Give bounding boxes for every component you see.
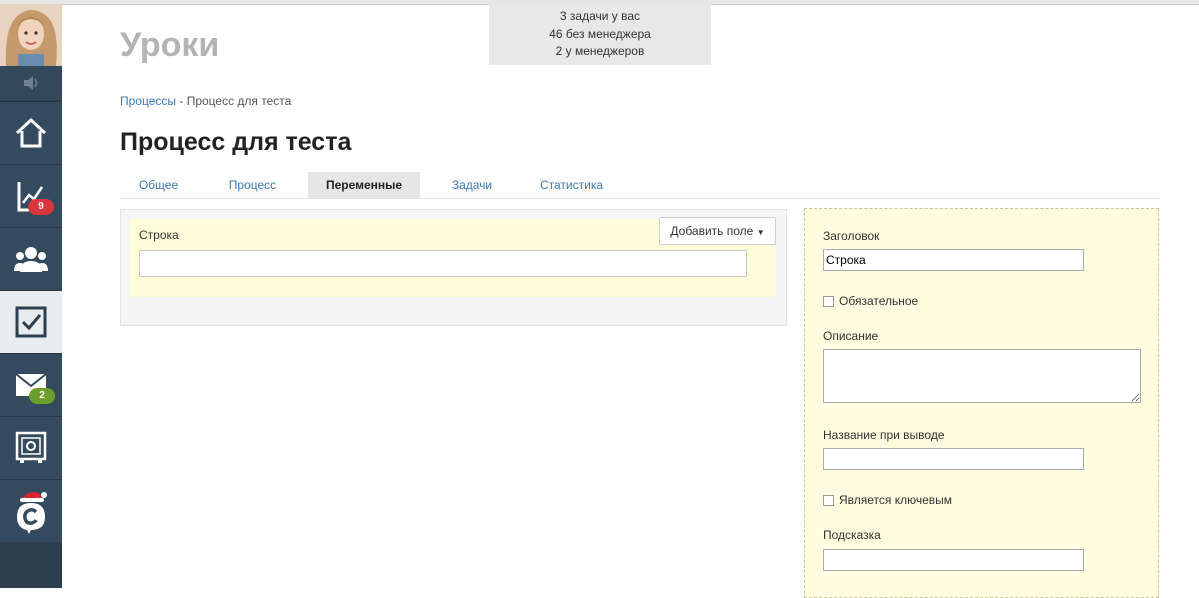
- header-input[interactable]: [823, 249, 1084, 271]
- home-icon: [15, 118, 47, 148]
- add-field-button[interactable]: Добавить поле ▼: [659, 217, 776, 245]
- stats-with-managers[interactable]: 2 у менеджеров: [489, 43, 711, 61]
- sidebar: 9 2: [0, 4, 62, 588]
- sidebar-item-home[interactable]: [0, 101, 62, 164]
- description-textarea[interactable]: [823, 349, 1141, 403]
- display-name-label: Название при выводе: [823, 428, 945, 442]
- sidebar-item-reports[interactable]: 9: [0, 164, 62, 227]
- header-label: Заголовок: [823, 229, 880, 243]
- display-name-input[interactable]: [823, 448, 1084, 470]
- avatar[interactable]: [0, 4, 62, 66]
- breadcrumb-separator: -: [179, 94, 184, 108]
- speaker-toggle[interactable]: [0, 66, 62, 100]
- variable-field-label: Строка: [139, 228, 179, 242]
- key-checkbox-row[interactable]: Является ключевым: [823, 493, 952, 507]
- caret-down-icon: ▼: [756, 228, 765, 237]
- tab-statistics[interactable]: Статистика: [524, 172, 619, 198]
- breadcrumb-processes-link[interactable]: Процессы: [120, 94, 176, 108]
- users-icon: [14, 247, 48, 272]
- speaker-icon: [24, 76, 38, 90]
- tab-variables[interactable]: Переменные: [308, 172, 420, 198]
- page-title: Процесс для теста: [120, 128, 352, 156]
- section-heading: Уроки: [120, 26, 220, 64]
- sidebar-item-safe[interactable]: [0, 416, 62, 479]
- logo-icon: [17, 491, 47, 534]
- sidebar-item-brand[interactable]: [0, 479, 62, 542]
- reports-badge: 9: [28, 199, 54, 215]
- hint-label: Подсказка: [823, 528, 881, 542]
- stats-my-tasks[interactable]: 3 задачи у вас: [489, 4, 711, 26]
- sidebar-item-team[interactable]: [0, 227, 62, 290]
- checkbox-icon: [15, 306, 47, 338]
- required-checkbox[interactable]: [823, 295, 834, 307]
- field-editor-panel: Заголовок Обязательное Описание Название…: [804, 208, 1159, 598]
- tab-process[interactable]: Процесс: [209, 172, 296, 198]
- hint-input[interactable]: [823, 549, 1084, 571]
- safe-icon: [15, 431, 47, 463]
- tab-general[interactable]: Общее: [120, 172, 197, 198]
- stats-no-manager[interactable]: 46 без менеджера: [489, 26, 711, 44]
- variable-field-input[interactable]: [139, 250, 747, 277]
- breadcrumb: Процессы - Процесс для теста: [120, 94, 291, 108]
- description-label: Описание: [823, 329, 879, 343]
- tab-tasks[interactable]: Задачи: [432, 172, 512, 198]
- key-checkbox[interactable]: [823, 494, 834, 506]
- task-stats: 3 задачи у вас 46 без менеджера 2 у мене…: [489, 4, 711, 65]
- add-field-label: Добавить поле: [670, 224, 754, 238]
- mail-badge: 2: [29, 388, 55, 404]
- breadcrumb-current: Процесс для теста: [186, 94, 292, 108]
- variables-panel: Строка Добавить поле ▼: [120, 209, 787, 326]
- key-label: Является ключевым: [839, 493, 953, 507]
- sidebar-item-tasks[interactable]: [0, 290, 62, 353]
- required-label: Обязательное: [839, 294, 919, 308]
- sidebar-item-mail[interactable]: 2: [0, 353, 62, 416]
- required-checkbox-row[interactable]: Обязательное: [823, 294, 918, 308]
- tabs: Общее Процесс Переменные Задачи Статисти…: [120, 172, 1160, 199]
